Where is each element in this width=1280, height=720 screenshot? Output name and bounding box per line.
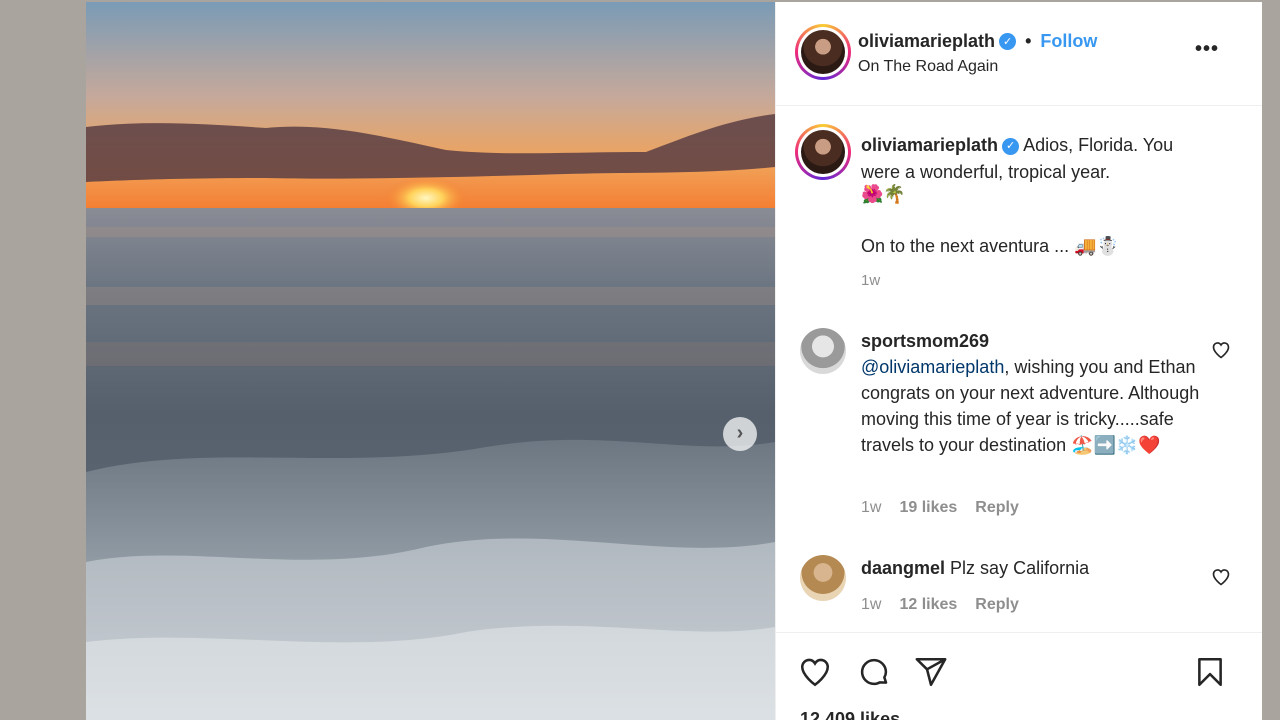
separator-dot: • [1025, 31, 1032, 51]
verified-badge-icon: ✓ [999, 33, 1017, 50]
commenter-avatar[interactable] [800, 555, 846, 601]
like-heart-icon[interactable] [798, 655, 832, 689]
caption-emoji: 🌺🌴 [861, 184, 906, 204]
author-line: oliviamarieplath ✓ • Follow [858, 31, 1097, 52]
save-bookmark-icon[interactable] [1193, 655, 1227, 689]
comment-time[interactable]: 1w [861, 596, 881, 614]
comment-body: daangmel Plz say California [861, 555, 1201, 581]
author-username[interactable]: oliviamarieplath [858, 31, 995, 52]
comment-text: Plz say California [950, 558, 1090, 578]
reply-button[interactable]: Reply [975, 499, 1019, 517]
chevron-right-icon: › [736, 422, 744, 444]
like-comment-heart-icon[interactable] [1211, 567, 1231, 587]
instagram-post: › oliviamarieplath ✓ • Follow On The Roa… [86, 2, 1262, 720]
caption-username[interactable]: oliviamarieplath [861, 135, 998, 155]
caption-avatar[interactable] [795, 124, 851, 180]
comment-meta: 1w 12 likes Reply [861, 596, 1019, 614]
comment-username[interactable]: sportsmom269 [861, 331, 989, 351]
post-header: oliviamarieplath ✓ • Follow On The Road … [776, 2, 1262, 106]
sunset-ocean-image [86, 2, 775, 720]
comment-mention[interactable]: @oliviamarieplath [861, 357, 1004, 377]
comment-body: sportsmom269 @oliviamarieplath, wishing … [861, 328, 1201, 458]
post-photo[interactable]: › [86, 2, 775, 720]
verified-badge-icon: ✓ [1002, 137, 1020, 155]
comment-time[interactable]: 1w [861, 499, 881, 517]
post-location[interactable]: On The Road Again [858, 58, 998, 76]
next-photo-button[interactable]: › [723, 417, 757, 451]
post-likes-count[interactable]: 12,409 likes [800, 709, 900, 720]
author-avatar[interactable] [795, 24, 851, 80]
caption-time[interactable]: 1w [861, 272, 880, 289]
caption-line2: On to the next aventura ... 🚚☃️ [861, 236, 1119, 256]
post-actions-bar: 12,409 likes [776, 632, 1262, 720]
commenter-avatar[interactable] [800, 328, 846, 374]
like-comment-heart-icon[interactable] [1211, 340, 1231, 360]
comment-username[interactable]: daangmel [861, 558, 945, 578]
caption-text-block: oliviamarieplath ✓ Adios, Florida. You we… [861, 132, 1201, 186]
more-options-icon[interactable]: ••• [1195, 38, 1219, 61]
reply-button[interactable]: Reply [975, 596, 1019, 614]
comment-likes[interactable]: 12 likes [899, 596, 957, 614]
share-paper-plane-icon[interactable] [914, 655, 948, 689]
follow-button[interactable]: Follow [1040, 31, 1097, 52]
comment-likes[interactable]: 19 likes [899, 499, 957, 517]
post-side-panel: oliviamarieplath ✓ • Follow On The Road … [775, 2, 1262, 720]
comment-bubble-icon[interactable] [857, 655, 891, 689]
comment-meta: 1w 19 likes Reply [861, 499, 1019, 517]
